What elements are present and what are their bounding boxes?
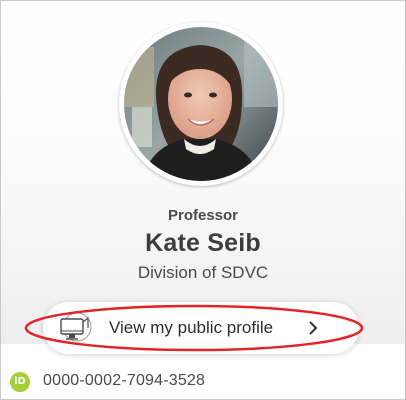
view-public-profile-button[interactable]: View my public profile (43, 302, 359, 354)
avatar (124, 27, 278, 181)
orcid-id[interactable]: 0000-0002-7094-3528 (43, 372, 205, 390)
person-name: Kate Seib (145, 229, 261, 257)
division-name: Division of SDVC (137, 263, 269, 282)
avatar-photo (124, 27, 278, 181)
profile-widget: Professor Kate Seib Division of SDVC Vie… (0, 0, 406, 400)
chevron-right-icon (308, 320, 318, 336)
monitor-icon (58, 312, 94, 344)
view-public-profile-label: View my public profile (109, 318, 274, 337)
profile-card: Professor Kate Seib Division of SDVC (1, 1, 405, 344)
job-title: Professor (167, 207, 239, 224)
avatar-frame (119, 22, 283, 186)
orcid-icon: iD (10, 372, 30, 392)
